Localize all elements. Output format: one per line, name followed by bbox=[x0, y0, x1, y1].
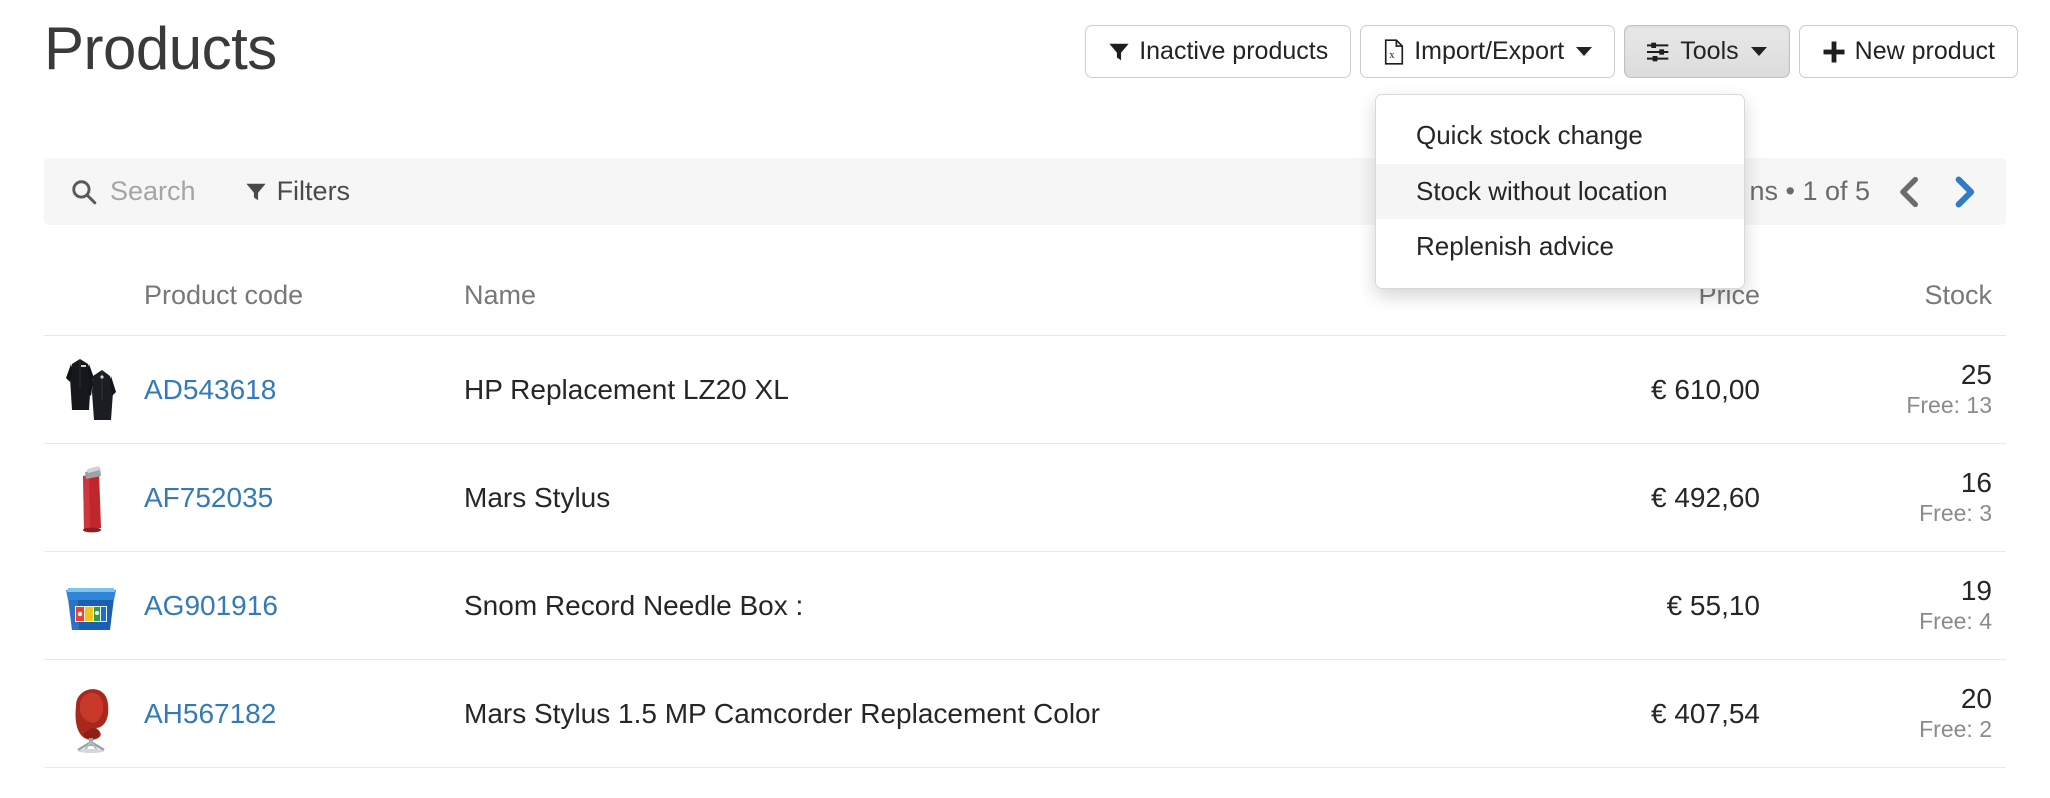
product-stock-cell: 16 Free: 3 bbox=[1786, 443, 2006, 552]
products-table: Product code Name Price Stock AD543618 H… bbox=[44, 268, 2006, 768]
import-export-label: Import/Export bbox=[1414, 37, 1565, 65]
product-name-cell: Snom Record Needle Box : bbox=[464, 551, 1456, 660]
product-name: Snom Record Needle Box : bbox=[464, 589, 804, 621]
red-egg-chair-thumbnail bbox=[58, 671, 144, 756]
filter-icon bbox=[1108, 41, 1130, 63]
product-price: € 407,54 bbox=[1456, 659, 1786, 768]
product-price: € 610,00 bbox=[1456, 335, 1786, 444]
product-stock-cell: 20 Free: 2 bbox=[1786, 659, 2006, 768]
chevron-down-icon bbox=[1576, 47, 1593, 56]
column-header-thumbnail bbox=[44, 268, 144, 336]
stock-free: Free: 2 bbox=[1919, 716, 1992, 743]
product-code-link[interactable]: AF752035 bbox=[144, 482, 273, 513]
table-row[interactable]: AG901916 Snom Record Needle Box : € 55,1… bbox=[44, 551, 2006, 660]
svg-text:x: x bbox=[1389, 49, 1395, 60]
new-product-button[interactable]: New product bbox=[1798, 25, 2018, 78]
red-tumbler-thumbnail bbox=[58, 455, 144, 540]
tools-label: Tools bbox=[1680, 37, 1739, 65]
page-title: Products bbox=[44, 15, 277, 82]
import-export-button[interactable]: x Import/Export bbox=[1360, 25, 1616, 78]
pagination: ns • 1 of 5 bbox=[1749, 176, 1978, 208]
stock-quantity: 19 bbox=[1960, 575, 1992, 607]
product-code-link[interactable]: AD543618 bbox=[144, 374, 276, 405]
product-price: € 492,60 bbox=[1456, 443, 1786, 552]
header-actions: Inactive products x Import/Export Tools … bbox=[1085, 25, 2018, 78]
inactive-products-label: Inactive products bbox=[1139, 37, 1329, 65]
pagination-status: ns • 1 of 5 bbox=[1749, 176, 1870, 206]
product-name: HP Replacement LZ20 XL bbox=[464, 373, 789, 405]
product-code-link[interactable]: AG901916 bbox=[144, 590, 278, 621]
menu-item-stock-without-location[interactable]: Stock without location bbox=[1376, 163, 1744, 220]
product-name-cell: HP Replacement LZ20 XL bbox=[464, 335, 1456, 444]
search-icon bbox=[71, 179, 97, 205]
stock-quantity: 16 bbox=[1960, 467, 1992, 499]
stock-free: Free: 13 bbox=[1906, 392, 1992, 419]
filters-label: Filters bbox=[276, 176, 351, 206]
product-code-link[interactable]: AH567182 bbox=[144, 698, 276, 729]
next-page-button[interactable] bbox=[1950, 176, 1978, 208]
product-name-cell: Mars Stylus 1.5 MP Camcorder Replacement… bbox=[464, 659, 1456, 768]
products-page: Products Inactive products x Import/Expo… bbox=[0, 0, 2050, 798]
table-row[interactable]: AD543618 HP Replacement LZ20 XL € 610,00… bbox=[44, 335, 2006, 444]
product-code-cell: AH567182 bbox=[144, 659, 464, 768]
tools-button[interactable]: Tools bbox=[1624, 25, 1790, 78]
previous-page-button[interactable] bbox=[1896, 176, 1924, 208]
products-table-container: Product code Name Price Stock AD543618 H… bbox=[44, 268, 2006, 768]
new-product-label: New product bbox=[1854, 37, 1995, 65]
inactive-products-button[interactable]: Inactive products bbox=[1085, 25, 1352, 78]
tools-dropdown-menu: Quick stock change Stock without locatio… bbox=[1375, 94, 1745, 290]
blue-storage-box-thumbnail bbox=[58, 563, 144, 648]
product-stock-cell: 25 Free: 13 bbox=[1786, 335, 2006, 444]
table-body: AD543618 HP Replacement LZ20 XL € 610,00… bbox=[44, 335, 2006, 768]
black-jackets-thumbnail bbox=[58, 347, 144, 432]
product-thumbnail-cell bbox=[44, 335, 144, 444]
sliders-icon bbox=[1647, 41, 1671, 63]
stock-quantity: 25 bbox=[1960, 359, 1992, 391]
stock-free: Free: 4 bbox=[1919, 608, 1992, 635]
product-thumbnail-cell bbox=[44, 659, 144, 768]
search-input[interactable]: Search bbox=[71, 176, 196, 207]
column-header-product-code[interactable]: Product code bbox=[144, 268, 464, 336]
table-row[interactable]: AH567182 Mars Stylus 1.5 MP Camcorder Re… bbox=[44, 659, 2006, 768]
chevron-down-icon bbox=[1750, 47, 1767, 56]
product-price: € 55,10 bbox=[1456, 551, 1786, 660]
product-code-cell: AG901916 bbox=[144, 551, 464, 660]
table-row[interactable]: AF752035 Mars Stylus € 492,60 16 Free: 3 bbox=[44, 443, 2006, 552]
plus-icon bbox=[1822, 40, 1846, 64]
filter-icon bbox=[245, 181, 267, 203]
product-name-cell: Mars Stylus bbox=[464, 443, 1456, 552]
product-thumbnail-cell bbox=[44, 443, 144, 552]
stock-free: Free: 3 bbox=[1919, 500, 1992, 527]
filters-button[interactable]: Filters bbox=[245, 176, 351, 207]
menu-item-quick-stock-change[interactable]: Quick stock change bbox=[1376, 108, 1744, 164]
product-code-cell: AD543618 bbox=[144, 335, 464, 444]
product-name: Mars Stylus bbox=[464, 481, 611, 513]
column-header-stock[interactable]: Stock bbox=[1786, 268, 2006, 336]
column-header-name[interactable]: Name bbox=[464, 268, 1456, 336]
product-code-cell: AF752035 bbox=[144, 443, 464, 552]
product-thumbnail-cell bbox=[44, 551, 144, 660]
stock-quantity: 20 bbox=[1960, 683, 1992, 715]
product-stock-cell: 19 Free: 4 bbox=[1786, 551, 2006, 660]
search-placeholder: Search bbox=[110, 176, 196, 206]
menu-item-replenish-advice[interactable]: Replenish advice bbox=[1376, 219, 1744, 275]
product-name: Mars Stylus 1.5 MP Camcorder Replacement… bbox=[464, 697, 1100, 729]
excel-file-icon: x bbox=[1383, 38, 1405, 65]
